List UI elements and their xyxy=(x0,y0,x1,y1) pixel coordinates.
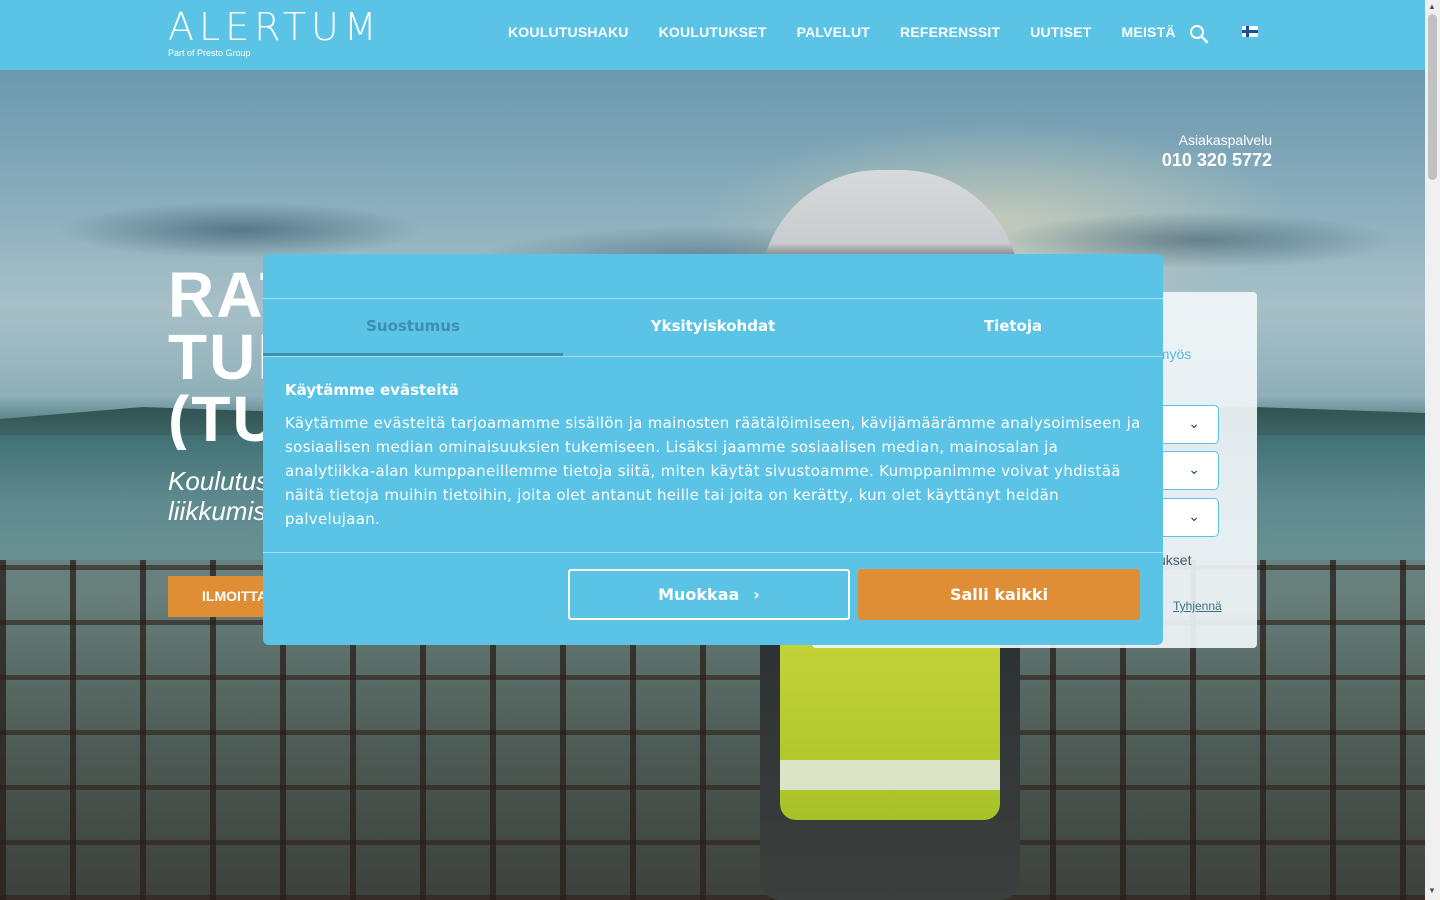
nav-item-koulutushaku[interactable]: KOULUTUSHAKU xyxy=(508,24,629,40)
nav-item-uutiset[interactable]: UUTISET xyxy=(1030,24,1091,40)
dialog-body: Käytämme evästeitä Käytämme evästeitä ta… xyxy=(263,357,1163,553)
chevron-down-icon: ⌄ xyxy=(1188,415,1200,431)
tab-yksityiskohdat[interactable]: Yksityiskohdat xyxy=(563,299,863,356)
customize-button-label: Muokkaa xyxy=(658,585,740,604)
page-scrollbar[interactable]: ▲ ▼ xyxy=(1425,0,1440,900)
nav-item-referenssit[interactable]: REFERENSSIT xyxy=(900,24,1000,40)
dialog-actions: Muokkaa › Salli kaikki xyxy=(263,553,1163,643)
hero-subtitle-line: Koulutus xyxy=(168,466,270,496)
dialog-header xyxy=(263,254,1163,299)
nav-item-meista[interactable]: MEISTÄ xyxy=(1122,24,1176,40)
top-navigation-bar: ALERTUM Part of Presto Group KOULUTUSHAK… xyxy=(0,0,1425,70)
scroll-up-arrow-icon[interactable]: ▲ xyxy=(1428,2,1436,11)
dialog-text: Käytämme evästeitä tarjoamamme sisällön … xyxy=(285,414,1141,528)
customer-service-label: Asiakaspalvelu xyxy=(1178,132,1272,148)
scroll-down-arrow-icon[interactable]: ▼ xyxy=(1428,886,1436,895)
chevron-right-icon: › xyxy=(753,585,760,604)
hero-subtitle: Koulutus liikkumis xyxy=(168,466,278,526)
logo-subtitle: Part of Presto Group xyxy=(168,48,251,58)
tab-tietoja[interactable]: Tietoja xyxy=(863,299,1163,356)
signup-button[interactable]: ILMOITTAUDU xyxy=(168,576,278,617)
scrollbar-thumb[interactable] xyxy=(1428,14,1437,180)
finnish-flag-icon[interactable] xyxy=(1242,26,1258,37)
hero-subtitle-line: liikkumis xyxy=(168,496,267,526)
customer-service: Asiakaspalvelu 010 320 5772 xyxy=(1162,132,1272,171)
logo-wordmark: ALERTUM xyxy=(168,5,382,49)
main-nav: KOULUTUSHAKU KOULUTUKSET PALVELUT REFERE… xyxy=(508,24,1176,40)
nav-item-koulutukset[interactable]: KOULUTUKSET xyxy=(659,24,767,40)
customize-button[interactable]: Muokkaa › xyxy=(568,569,850,620)
cookie-consent-dialog: Suostumus Yksityiskohdat Tietoja Käytämm… xyxy=(263,254,1163,645)
dialog-title: Käytämme evästeitä xyxy=(285,381,459,399)
search-icon[interactable] xyxy=(1189,24,1209,44)
chevron-down-icon: ⌄ xyxy=(1188,461,1200,477)
consent-tabs: Suostumus Yksityiskohdat Tietoja xyxy=(263,299,1163,357)
clear-search-link[interactable]: Tyhjennä xyxy=(1173,599,1222,613)
tab-suostumus[interactable]: Suostumus xyxy=(263,299,563,356)
nav-item-palvelut[interactable]: PALVELUT xyxy=(797,24,870,40)
hero-vest-stripe xyxy=(780,760,1000,790)
customer-service-phone[interactable]: 010 320 5772 xyxy=(1162,150,1272,171)
search-checkbox-label[interactable]: ukset xyxy=(1158,552,1191,568)
allow-all-button[interactable]: Salli kaikki xyxy=(858,569,1140,620)
site-logo[interactable]: ALERTUM Part of Presto Group xyxy=(168,8,382,58)
chevron-down-icon: ⌄ xyxy=(1188,508,1200,524)
